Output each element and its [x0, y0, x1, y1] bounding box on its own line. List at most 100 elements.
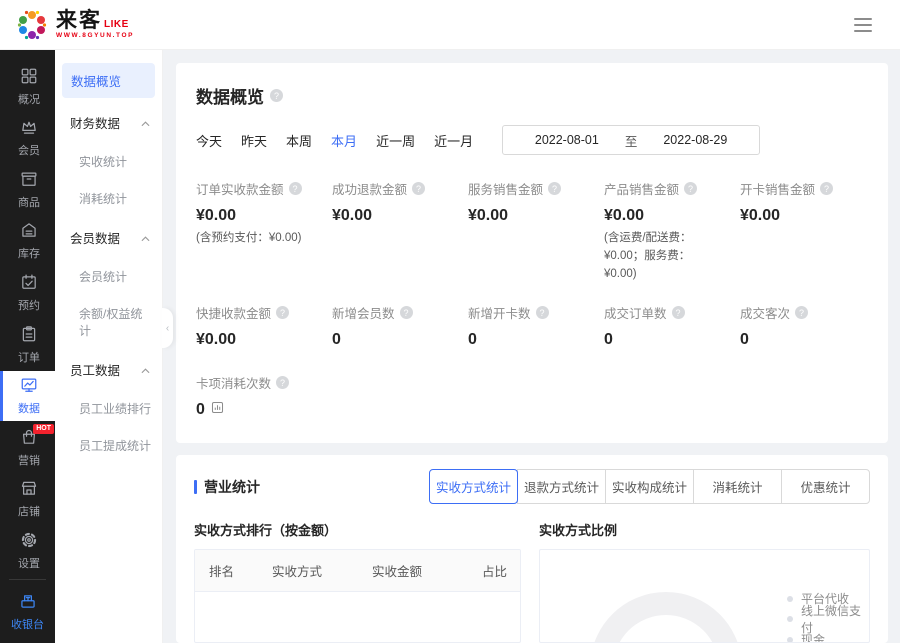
submenu-item-余额/权益统计[interactable]: 余额/权益统计: [55, 295, 162, 349]
help-icon[interactable]: ?: [536, 306, 549, 319]
legend-label: 现金: [801, 631, 825, 643]
stat-value: 0: [740, 331, 868, 349]
submenu-item-员工提成统计[interactable]: 员工提成统计: [55, 427, 162, 464]
tab-退款方式统计[interactable]: 退款方式统计: [517, 469, 606, 504]
stat-label: 订单实收款金额?: [196, 179, 324, 198]
date-filter-本月[interactable]: 本月: [331, 131, 357, 150]
sidebar-item-概况[interactable]: 概况: [0, 62, 55, 112]
help-icon[interactable]: ?: [795, 306, 808, 319]
submenu-group-label: 财务数据: [70, 113, 120, 132]
help-icon[interactable]: ?: [820, 182, 833, 195]
stat-value-text: 0: [196, 401, 205, 419]
menu-hamburger-icon[interactable]: [850, 14, 876, 36]
stat-value: ¥0.00: [196, 207, 324, 225]
sidebar-item-label: 商品: [18, 194, 40, 210]
sidebar-item-会员[interactable]: 会员: [0, 114, 55, 164]
consumption-records-icon[interactable]: [211, 401, 224, 419]
date-filter-近一月[interactable]: 近一月: [434, 131, 473, 150]
submenu-item-会员统计[interactable]: 会员统计: [55, 258, 162, 295]
sidebar-item-label: 会员: [18, 142, 40, 158]
stats-row-2: 快捷收款金额?¥0.00新增会员数?0新增开卡数?0成交订单数?0成交客次?0: [196, 303, 868, 349]
date-range-picker[interactable]: 2022-08-01 至 2022-08-29: [502, 125, 760, 155]
sidebar-collapse-handle[interactable]: ‹: [162, 308, 173, 348]
date-filter-本周[interactable]: 本周: [286, 131, 312, 150]
submenu-item-消耗统计[interactable]: 消耗统计: [55, 180, 162, 217]
settings-gear-icon: [20, 531, 38, 552]
stat-label: 服务销售金额?: [468, 179, 596, 198]
help-icon[interactable]: ?: [672, 306, 685, 319]
stat-label: 卡项消耗次数?: [196, 373, 324, 392]
submenu-item-数据概览[interactable]: 数据概览: [62, 63, 155, 98]
help-icon[interactable]: ?: [400, 306, 413, 319]
stat-value-text: 0: [604, 331, 613, 349]
tab-消耗统计[interactable]: 消耗统计: [693, 469, 782, 504]
chevron-up-icon: [141, 231, 150, 245]
date-filter-今天[interactable]: 今天: [196, 131, 222, 150]
chevron-up-icon: [141, 116, 150, 130]
stat-value-text: ¥0.00: [604, 207, 644, 225]
stat-label: 新增会员数?: [332, 303, 460, 322]
submenu-group-label: 员工数据: [70, 360, 120, 379]
stat-label: 新增开卡数?: [468, 303, 596, 322]
sidebar-item-预约[interactable]: 预约: [0, 268, 55, 318]
page-title: 数据概览: [196, 83, 264, 108]
help-icon[interactable]: ?: [684, 182, 697, 195]
sidebar-item-label: 店铺: [18, 503, 40, 519]
tab-实收构成统计[interactable]: 实收构成统计: [605, 469, 694, 504]
submenu-item-员工业绩排行[interactable]: 员工业绩排行: [55, 390, 162, 427]
legend-item-线上微信支付[interactable]: 线上微信支付: [787, 609, 869, 630]
hot-badge: HOT: [33, 424, 54, 434]
business-stats-title-wrap: 营业统计: [194, 477, 260, 497]
body-row: 概况会员商品库存预约订单数据营销HOT 店铺设置收银台 ‹ 数据概览财务数据实收统…: [0, 50, 900, 643]
stat-开卡销售金额: 开卡销售金额?¥0.00: [740, 179, 868, 225]
help-icon[interactable]: ?: [548, 182, 561, 195]
sidebar-item-库存[interactable]: 库存: [0, 217, 55, 267]
sidebar-item-数据[interactable]: 数据: [0, 371, 55, 421]
date-filter-近一周[interactable]: 近一周: [376, 131, 415, 150]
sidebar-item-设置[interactable]: 设置: [0, 526, 55, 576]
stat-value: ¥0.00: [196, 331, 324, 349]
page-title-help-icon[interactable]: ?: [270, 89, 283, 102]
help-icon[interactable]: ?: [412, 182, 425, 195]
tab-优惠统计[interactable]: 优惠统计: [781, 469, 870, 504]
stat-成功退款金额: 成功退款金额? ¥0.00: [332, 179, 460, 225]
stat-label: 开卡销售金额?: [740, 179, 868, 198]
sidebar-item-店铺[interactable]: 店铺: [0, 474, 55, 524]
sidebar-item-商品[interactable]: 商品: [0, 165, 55, 215]
order-clipboard-icon: [20, 325, 38, 346]
sidebar-item-label: 数据: [18, 400, 40, 416]
empty-inbox-icon: [331, 636, 385, 643]
column-header-实收方式: 实收方式: [272, 561, 372, 580]
stat-value: ¥0.00: [468, 207, 596, 225]
stat-label-text: 新增开卡数: [468, 303, 531, 322]
submenu-group-员工数据[interactable]: 员工数据: [55, 349, 162, 390]
help-icon[interactable]: ?: [276, 306, 289, 319]
submenu-group-会员数据[interactable]: 会员数据: [55, 217, 162, 258]
help-icon[interactable]: ?: [289, 182, 302, 195]
sidebar-item-订单[interactable]: 订单: [0, 320, 55, 370]
sidebar-item-收银台[interactable]: 收银台: [0, 586, 55, 637]
date-filter-昨天[interactable]: 昨天: [241, 131, 267, 150]
stat-label: 成功退款金额?: [332, 179, 460, 198]
brand-text: 来客 LIKE WWW.8GYUN.TOP: [56, 10, 134, 40]
tab-实收方式统计[interactable]: 实收方式统计: [429, 469, 518, 504]
sidebar-item-label: 库存: [18, 245, 40, 261]
date-separator: 至: [625, 131, 638, 150]
stat-label-text: 成交客次: [740, 303, 790, 322]
brand-name-en: LIKE: [104, 20, 129, 30]
stat-label-text: 成功退款金额: [332, 179, 407, 198]
stat-value-text: 0: [332, 331, 341, 349]
submenu-item-实收统计[interactable]: 实收统计: [55, 143, 162, 180]
quick-date-filters: 今天昨天本周本月近一周近一月: [196, 131, 492, 150]
date-end: 2022-08-29: [663, 133, 727, 147]
submenu-group-财务数据[interactable]: 财务数据: [55, 102, 162, 143]
stats-tab-group: 实收方式统计退款方式统计实收构成统计消耗统计优惠统计: [429, 469, 870, 504]
stat-value: ¥0.00: [332, 207, 460, 225]
top-bar: 来客 LIKE WWW.8GYUN.TOP: [0, 0, 900, 50]
help-icon[interactable]: ?: [276, 376, 289, 389]
sidebar-item-label: 设置: [18, 555, 40, 571]
sidebar-item-营销[interactable]: 营销HOT: [0, 423, 55, 473]
legend-dot-icon: [787, 596, 793, 602]
stat-label-text: 成交订单数: [604, 303, 667, 322]
payment-ranking-panel: 实收方式排行（按金额） 排名实收方式实收金额占比 暂无数据: [194, 520, 521, 643]
